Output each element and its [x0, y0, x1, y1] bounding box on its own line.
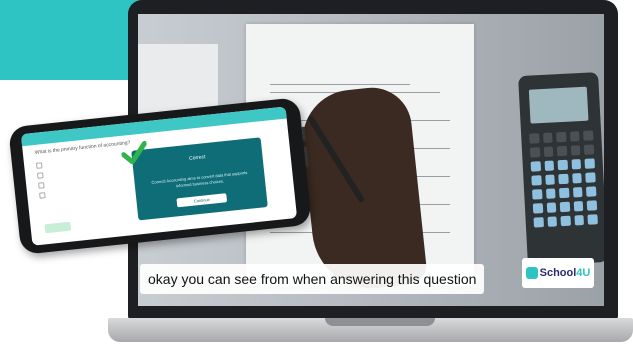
checkmark-icon: [121, 140, 148, 165]
logo-accent: 4U: [576, 267, 591, 279]
calculator-keys: [529, 130, 598, 228]
quiz-option[interactable]: [38, 182, 48, 189]
school4u-logo: School 4U: [522, 258, 594, 288]
calculator: [518, 72, 604, 266]
logo-text: School: [539, 267, 577, 279]
modal-title: Correct: [188, 154, 206, 162]
quiz-option[interactable]: [35, 162, 46, 169]
phone-screen: What is the primary function of accounti…: [20, 106, 298, 246]
correct-modal: Correct Correct! Accounting aims to conv…: [131, 137, 268, 221]
logo-icon: [525, 267, 538, 279]
quiz-option[interactable]: [39, 192, 49, 199]
quiz-option[interactable]: [36, 172, 47, 179]
modal-text: Correct! Accounting aims to convert data…: [151, 169, 248, 189]
continue-button[interactable]: Continue: [176, 193, 228, 208]
calculator-display: [528, 86, 589, 124]
laptop-trackpad-notch: [325, 318, 435, 326]
video-caption: okay you can see from when answering thi…: [140, 264, 485, 294]
submit-button[interactable]: [44, 221, 72, 234]
